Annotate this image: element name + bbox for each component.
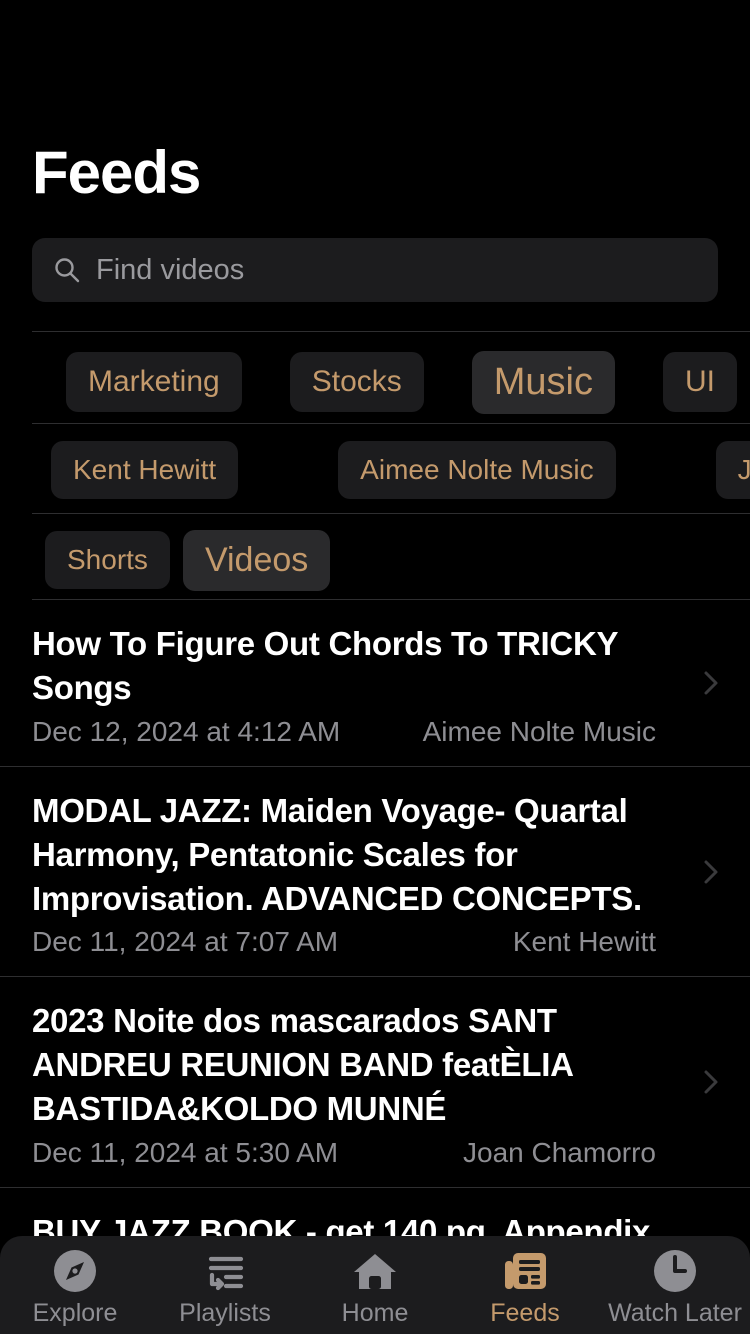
tab-watch-later[interactable]: Watch Later	[600, 1245, 750, 1328]
divider-topics	[32, 423, 750, 424]
video-meta: Dec 12, 2024 at 4:12 AM Aimee Nolte Musi…	[32, 716, 718, 748]
chip-videos[interactable]: Videos	[182, 529, 331, 591]
clock-icon	[649, 1245, 701, 1297]
page-title: Feeds	[32, 139, 201, 206]
search-bar[interactable]	[32, 238, 718, 302]
video-date: Dec 11, 2024 at 7:07 AM	[32, 926, 339, 958]
chip-shorts[interactable]: Shorts	[45, 531, 170, 589]
chevron-right-icon[interactable]	[694, 666, 728, 700]
tab-playlists[interactable]: Playlists	[150, 1245, 300, 1328]
compass-icon	[49, 1245, 101, 1297]
search-icon	[52, 255, 82, 285]
tab-label: Feeds	[490, 1299, 560, 1327]
home-icon	[349, 1245, 401, 1297]
video-title: How To Figure Out Chords To TRICKY Songs	[32, 625, 618, 706]
feeds-icon	[499, 1245, 551, 1297]
divider-search	[32, 331, 750, 332]
chip-stocks[interactable]: Stocks	[289, 352, 424, 412]
table-row[interactable]: MODAL JAZZ: Maiden Voyage- Quartal Harmo…	[0, 767, 750, 978]
chevron-right-icon[interactable]	[694, 855, 728, 889]
chip-joan-chamorro[interactable]: Joan Chamorro	[715, 441, 750, 499]
tab-label: Watch Later	[608, 1299, 742, 1327]
video-channel: Aimee Nolte Music	[422, 715, 656, 747]
video-list: How To Figure Out Chords To TRICKY Songs…	[0, 600, 750, 1273]
tab-label: Playlists	[179, 1299, 271, 1327]
video-channel: Kent Hewitt	[512, 926, 656, 958]
chip-music[interactable]: Music	[471, 350, 615, 414]
video-channel: Joan Chamorro	[463, 1137, 656, 1168]
chip-kent-hewitt[interactable]: Kent Hewitt	[51, 441, 239, 499]
channel-filter-row[interactable]: Kent Hewitt Aimee Nolte Music Joan Chamo…	[0, 434, 750, 506]
video-date: Dec 12, 2024 at 4:12 AM	[32, 715, 341, 747]
video-date: Dec 11, 2024 at 5:30 AM	[32, 1137, 339, 1168]
tab-label: Explore	[32, 1299, 118, 1327]
chip-ui[interactable]: UI	[662, 352, 737, 412]
topic-filter-row[interactable]: Marketing Stocks Music UI	[0, 344, 750, 420]
chevron-right-icon[interactable]	[694, 1065, 728, 1099]
tab-home[interactable]: Home	[300, 1245, 450, 1328]
table-row[interactable]: How To Figure Out Chords To TRICKY Songs…	[0, 600, 750, 767]
video-title: MODAL JAZZ: Maiden Voyage- Quartal Harmo…	[32, 791, 642, 917]
table-row[interactable]: 2023 Noite dos mascarados SANT ANDREU RE…	[0, 977, 750, 1188]
bottom-tab-bar[interactable]: Explore Playlists Home Feeds Watch Later	[0, 1236, 750, 1334]
search-input[interactable]	[96, 253, 698, 287]
chip-marketing[interactable]: Marketing	[66, 352, 242, 412]
playlist-icon	[199, 1245, 251, 1297]
type-filter-row[interactable]: Shorts Videos	[0, 524, 750, 596]
video-meta: Dec 11, 2024 at 7:07 AM Kent Hewitt	[32, 926, 718, 958]
divider-channels	[32, 513, 750, 514]
video-title: 2023 Noite dos mascarados SANT ANDREU RE…	[32, 1002, 573, 1128]
tab-feeds[interactable]: Feeds	[450, 1245, 600, 1328]
video-meta: Dec 11, 2024 at 5:30 AM Joan Chamorro	[32, 1137, 718, 1169]
chip-aimee-nolte-music[interactable]: Aimee Nolte Music	[338, 441, 616, 499]
tab-label: Home	[341, 1299, 409, 1327]
feeds-screen: Feeds Marketing Stocks Music UI Kent Hew…	[0, 0, 750, 1334]
tab-explore[interactable]: Explore	[0, 1245, 150, 1328]
